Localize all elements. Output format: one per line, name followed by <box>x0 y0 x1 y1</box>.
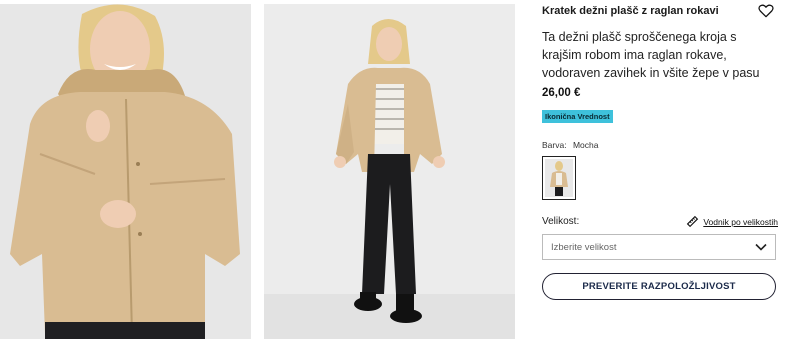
chevron-down-icon <box>755 243 767 251</box>
heart-icon[interactable] <box>758 4 774 18</box>
size-select-placeholder: Izberite velikost <box>551 241 617 253</box>
color-swatch-mocha[interactable] <box>542 156 576 200</box>
size-select[interactable]: Izberite velikost <box>542 234 776 260</box>
product-image-full-body[interactable] <box>264 4 515 339</box>
product-image-main[interactable] <box>0 4 251 339</box>
check-availability-button[interactable]: PREVERITE RAZPOLOŽLJIVOST <box>542 273 776 300</box>
product-title: Kratek dežni plašč z raglan rokavi <box>542 5 719 17</box>
color-value: Mocha <box>572 140 599 150</box>
size-label: Velikost: <box>542 216 580 227</box>
model-closeup-illustration <box>0 4 251 339</box>
ruler-icon <box>687 215 699 228</box>
product-info-panel: Kratek dežni plašč z raglan rokavi Ta de… <box>542 0 778 339</box>
size-guide-link[interactable]: Vodnik po velikostih <box>686 215 778 228</box>
product-description: Ta dežni plašč sproščenega kroja s krajš… <box>542 30 760 80</box>
color-label: Barva: <box>542 140 567 150</box>
color-row: Barva: Mocha <box>542 140 598 150</box>
value-badge: Ikonična Vrednost <box>542 110 613 123</box>
model-fullbody-illustration <box>264 4 515 339</box>
size-guide-label: Vodnik po velikostih <box>703 216 778 227</box>
product-price: 26,00 € <box>542 87 581 99</box>
swatch-thumbnail-image <box>545 159 573 197</box>
